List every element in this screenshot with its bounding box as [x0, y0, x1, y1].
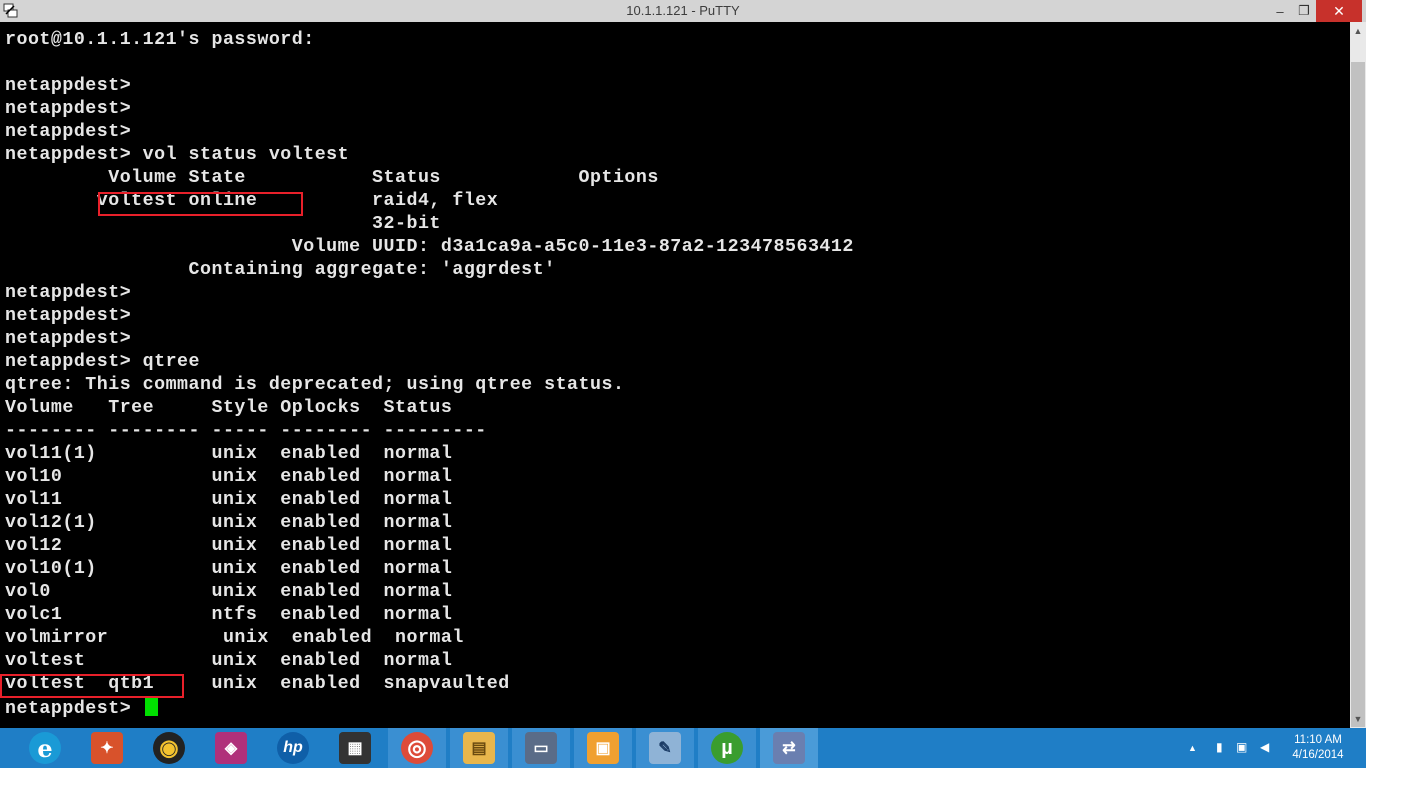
terminal-line: netappdest> [5, 329, 132, 349]
terminal-line: netappdest> [5, 306, 132, 326]
terminal-line: volc1 ntfs enabled normal [5, 605, 453, 625]
terminal-line: vol12 unix enabled normal [5, 536, 453, 556]
system-tray: ▲ ▮ ▣ ◀ [1180, 728, 1290, 768]
terminal-line: -------- -------- ----- -------- -------… [5, 421, 487, 441]
terminal-line: vol12(1) unix enabled normal [5, 513, 453, 533]
highlight-box-voltest-qtb1 [0, 674, 184, 698]
tools-app-icon: ▦ [339, 732, 371, 764]
terminal-line: netappdest> [5, 122, 132, 142]
taskbar-app-media-player[interactable]: ◉ [140, 728, 198, 768]
terminal-line: Volume State Status Options [5, 168, 659, 188]
wireless-tool-icon: ◈ [215, 732, 247, 764]
terminal-line: volmirror unix enabled normal [5, 628, 464, 648]
terminal-line: vol11 unix enabled normal [5, 490, 453, 510]
volume-muted-icon[interactable]: ◀ [1260, 740, 1269, 754]
scroll-down-arrow-icon[interactable]: ▼ [1350, 710, 1366, 728]
terminal-line: netappdest> vol status voltest [5, 145, 350, 165]
utorrent-icon: µ [711, 732, 743, 764]
terminal-line: netappdest> [5, 76, 132, 96]
terminal-line: netappdest> [5, 283, 132, 303]
terminal-line: vol10 unix enabled normal [5, 467, 453, 487]
photo-gallery-icon: ✦ [91, 732, 123, 764]
remote-desktop-icon: ▭ [525, 732, 557, 764]
taskbar-app-remote-desktop[interactable]: ▭ [512, 728, 570, 768]
battery-icon[interactable]: ▮ [1216, 740, 1223, 754]
taskbar-app-wireless-tool[interactable]: ◈ [202, 728, 260, 768]
title-bar[interactable]: 10.1.1.121 - PuTTY ‒ ❐ ✕ [0, 0, 1366, 22]
terminal-line: voltest unix enabled normal [5, 651, 453, 671]
network-icon[interactable]: ▣ [1236, 740, 1247, 754]
window-title: 10.1.1.121 - PuTTY [626, 3, 740, 18]
close-button[interactable]: ✕ [1316, 0, 1362, 22]
maximize-button[interactable]: ❐ [1292, 0, 1316, 22]
taskbar-app-file-explorer[interactable]: ▤ [450, 728, 508, 768]
hp-icon: hp [277, 732, 309, 764]
taskbar-app-internet-explorer[interactable]: e [16, 728, 74, 768]
terminal-line: Volume UUID: d3a1ca9a-a5c0-11e3-87a2-123… [5, 237, 854, 257]
virtual-box-icon: ▣ [587, 732, 619, 764]
highlight-box-voltest-online [98, 192, 303, 216]
terminal-prompt-line[interactable]: netappdest> [5, 696, 158, 721]
chrome-icon: ◎ [401, 732, 433, 764]
system-clock[interactable]: 11:10 AM 4/16/2014 [1284, 733, 1352, 763]
terminal-screen[interactable]: root@10.1.1.121's password: netappdest> … [0, 22, 1350, 728]
taskbar-app-chrome[interactable]: ◎ [388, 728, 446, 768]
terminal-line: vol0 unix enabled normal [5, 582, 453, 602]
internet-explorer-icon: e [29, 732, 61, 764]
vertical-scrollbar[interactable]: ▲ ▼ [1350, 22, 1366, 728]
media-player-icon: ◉ [153, 732, 185, 764]
terminal-line: vol10(1) unix enabled normal [5, 559, 453, 579]
putty-icon: ⇄ [773, 732, 805, 764]
terminal-line: netappdest> [5, 99, 132, 119]
taskbar-app-paint[interactable]: ✎ [636, 728, 694, 768]
terminal-line: root@10.1.1.121's password: [5, 30, 315, 50]
taskbar-app-hp-support[interactable]: hp [264, 728, 322, 768]
terminal-line: Volume Tree Style Oplocks Status [5, 398, 453, 418]
taskbar: e ✦ ◉ ◈ hp ▦ ◎ ▤ ▭ ▣ ✎ µ ⇄ ▲ ▮ ▣ ◀ 11:10… [0, 728, 1366, 768]
clock-time: 11:10 AM [1294, 734, 1342, 746]
scroll-up-arrow-icon[interactable]: ▲ [1350, 22, 1366, 40]
terminal-line: qtree: This command is deprecated; using… [5, 375, 625, 395]
folder-icon: ▤ [463, 732, 495, 764]
clock-date: 4/16/2014 [1292, 749, 1344, 761]
terminal-line: 32-bit [5, 214, 441, 234]
taskbar-app-photo-gallery[interactable]: ✦ [78, 728, 136, 768]
paint-palette-icon: ✎ [649, 732, 681, 764]
terminal-line: netappdest> qtree [5, 352, 200, 372]
taskbar-app-utorrent[interactable]: µ [698, 728, 756, 768]
prompt-text: netappdest> [5, 699, 132, 719]
taskbar-app-putty[interactable]: ⇄ [760, 728, 818, 768]
show-hidden-icons-chevron-icon[interactable]: ▲ [1188, 743, 1197, 753]
terminal-cursor [144, 696, 158, 716]
taskbar-app-tools[interactable]: ▦ [326, 728, 384, 768]
scroll-thumb[interactable] [1351, 62, 1365, 727]
minimize-button[interactable]: ‒ [1268, 0, 1292, 22]
taskbar-app-virtual-box[interactable]: ▣ [574, 728, 632, 768]
terminal-line: vol11(1) unix enabled normal [5, 444, 453, 464]
terminal-line: Containing aggregate: 'aggrdest' [5, 260, 556, 280]
